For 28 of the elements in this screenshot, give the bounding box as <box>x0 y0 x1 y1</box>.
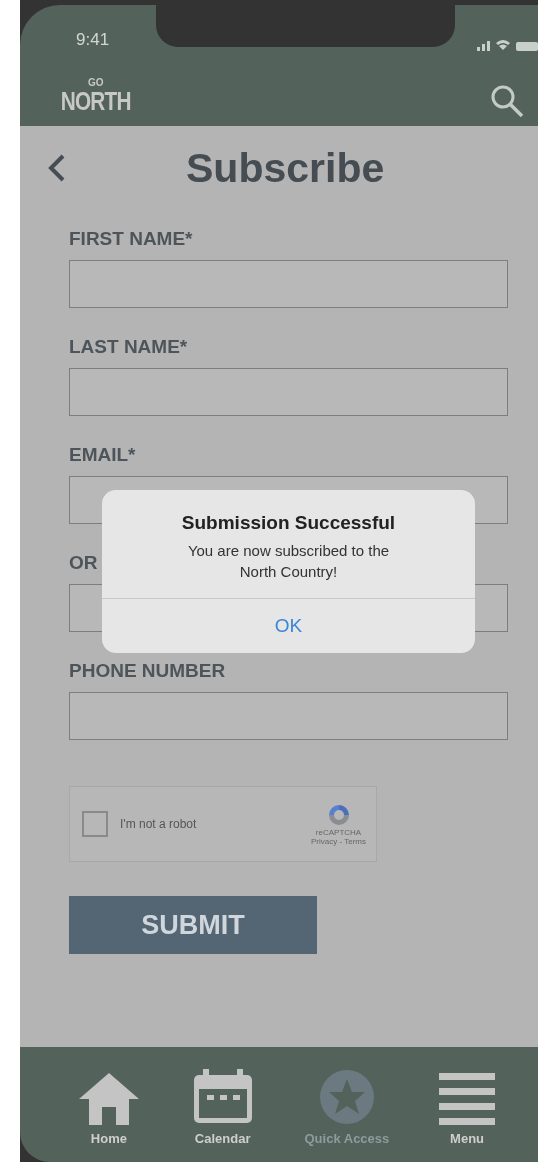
captcha-label: I'm not a robot <box>120 817 198 831</box>
field-label: EMAIL* <box>69 444 136 467</box>
input-field[interactable] <box>69 260 508 308</box>
field-label: OR <box>69 552 98 575</box>
wifi-icon <box>496 39 510 51</box>
captcha-links[interactable]: Privacy - Terms <box>311 837 366 846</box>
back-icon[interactable] <box>48 153 66 183</box>
submit-button[interactable]: SUBMIT <box>69 896 317 954</box>
tab-item[interactable]: Menu <box>439 1047 496 1162</box>
input-field[interactable] <box>69 692 508 740</box>
field-label: LAST NAME* <box>69 336 188 359</box>
logo[interactable]: GO NORTH <box>52 78 140 114</box>
field-label: FIRST NAME* <box>69 228 193 251</box>
field-label: PHONE NUMBER <box>69 660 226 683</box>
dialog-message: You are now subscribed to the North Country! <box>186 541 391 582</box>
menu-icon <box>439 1073 496 1125</box>
ok-button[interactable]: OK <box>102 599 475 653</box>
captcha-brand: reCAPTCHA <box>315 828 362 837</box>
tab-item[interactable]: Calendar <box>190 1047 255 1162</box>
status-time: 9:41 <box>76 30 111 50</box>
tab-item[interactable]: Home <box>76 1047 141 1162</box>
search-icon[interactable] <box>490 84 524 118</box>
page-title: Subscribe <box>186 144 385 192</box>
signal-icon <box>477 41 490 51</box>
battery-icon <box>516 42 538 51</box>
dialog-title: Submission Successful <box>181 512 396 534</box>
input-field[interactable] <box>69 368 508 416</box>
checkbox[interactable] <box>82 811 108 837</box>
